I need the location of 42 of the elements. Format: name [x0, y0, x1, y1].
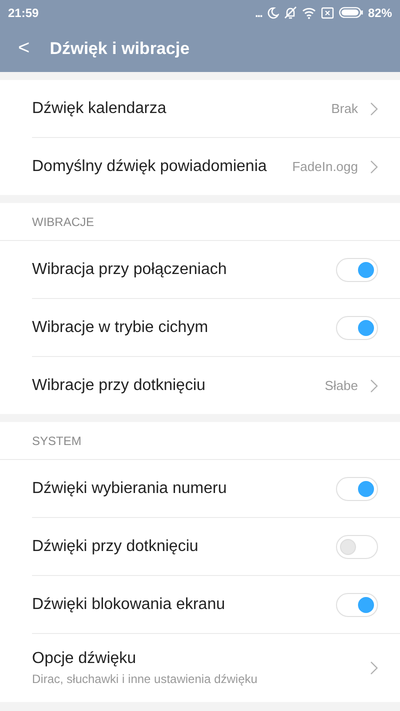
row-label: Wibracje w trybie cichym: [32, 318, 210, 336]
settings-row[interactable]: Dźwięki przy dotknięciu: [32, 518, 400, 576]
chevron-icon: [370, 378, 378, 392]
row-label: Wibracje przy dotknięciu: [32, 376, 206, 394]
row-subtitle: Dirac, słuchawki i inne ustawienia dźwięku: [32, 672, 258, 686]
row-label: Dźwięki blokowania ekranu: [32, 596, 226, 614]
settings-row[interactable]: Wibracja przy połączeniach: [32, 241, 400, 299]
row-label: Dźwięki wybierania numeru: [32, 480, 228, 498]
wifi-icon: [302, 6, 316, 18]
row-value: Brak: [331, 101, 358, 116]
row-label: Domyślny dźwięk powiadomienia: [32, 158, 268, 176]
battery-icon: [338, 7, 363, 18]
row-label: Wibracja przy połączeniach: [32, 260, 228, 278]
screen-title: Dźwięk i wibracje: [50, 38, 190, 58]
alarm-off-icon: [284, 6, 297, 19]
notification-dots: ...: [254, 8, 262, 16]
toggle-switch[interactable]: [336, 534, 378, 558]
settings-row[interactable]: Dźwięk kalendarza Brak: [32, 80, 400, 138]
row-value: FadeIn.ogg: [292, 159, 358, 174]
settings-row[interactable]: Dźwięki blokowania ekranu: [32, 576, 400, 634]
sim-icon: [320, 6, 334, 18]
row-label: Dźwięk kalendarza: [32, 100, 168, 118]
section-header: WIBRACJE: [0, 203, 400, 241]
settings-row[interactable]: Wibracje przy dotknięciu Słabe: [32, 357, 400, 414]
chevron-icon: [370, 102, 378, 116]
chevron-icon: [370, 661, 378, 675]
settings-row[interactable]: Opcje dźwięku Dirac, słuchawki i inne ustawienia dźwięku: [32, 634, 400, 702]
toggle-switch[interactable]: [336, 476, 378, 500]
toggle-switch[interactable]: [336, 316, 378, 340]
moon-icon: [266, 6, 279, 18]
settings-row[interactable]: Domyślny dźwięk powiadomienia FadeIn.ogg: [32, 138, 400, 195]
row-label: Dźwięki przy dotknięciu: [32, 538, 200, 556]
row-value: Słabe: [324, 378, 358, 393]
chevron-icon: [370, 160, 378, 174]
toggle-switch[interactable]: [336, 592, 378, 616]
section-header: SYSTEM: [0, 422, 400, 460]
status-time: 21:59: [8, 6, 39, 20]
toggle-switch[interactable]: [336, 258, 378, 282]
settings-row[interactable]: Dźwięki wybierania numeru: [32, 460, 400, 518]
battery-percent: 82%: [368, 6, 392, 20]
settings-row[interactable]: Wibracje w trybie cichym: [32, 299, 400, 357]
row-label: Opcje dźwięku: [32, 650, 138, 668]
